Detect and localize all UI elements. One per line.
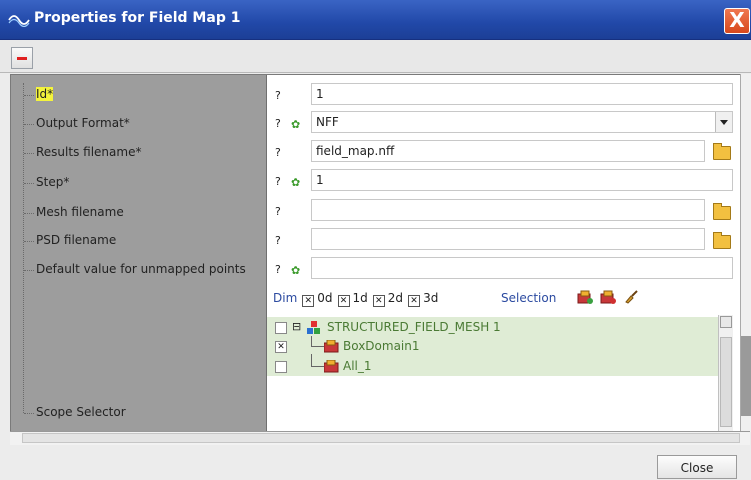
scroll-up-icon[interactable] — [720, 316, 732, 328]
id-field[interactable]: 1 — [311, 83, 733, 105]
default-value-field[interactable] — [311, 257, 733, 279]
dim-3d-checkbox[interactable]: ✕ — [408, 295, 421, 307]
label-default-value: Default value for unmapped points — [24, 262, 246, 276]
domain-icon — [324, 360, 339, 373]
help-default-value[interactable]: ? — [275, 263, 281, 276]
property-panel: Id* Output Format* Results filename* Ste… — [10, 74, 742, 432]
collapse-icon[interactable]: ⊟ — [292, 320, 301, 333]
remove-selection-icon[interactable] — [600, 290, 616, 304]
dim-label: Dim — [273, 291, 298, 305]
gear-icon[interactable]: ✿ — [291, 177, 302, 188]
step-field[interactable]: 1 — [311, 169, 733, 191]
minus-icon — [17, 57, 27, 60]
tree-row[interactable]: ⊟ STRUCTURED_FIELD_MESH 1 — [267, 319, 718, 338]
panel-vertical-scrollbar[interactable] — [740, 74, 751, 432]
label-tree-line — [23, 83, 25, 413]
tree-row[interactable]: All_1 — [267, 354, 718, 377]
value-pane: ? 1 ? ✿ NFF ? field_map.nff ? ✿ 1 ? ? ? … — [267, 75, 734, 431]
dim-3d-label: 3d — [423, 291, 439, 305]
dialog-footer — [0, 445, 751, 479]
dim-1d-checkbox[interactable]: ✕ — [337, 295, 350, 307]
close-button[interactable]: Close — [657, 455, 737, 479]
label-pane: Id* Output Format* Results filename* Ste… — [11, 75, 267, 431]
output-format-value: NFF — [316, 115, 339, 129]
tree-node-label: BoxDomain1 — [343, 339, 420, 353]
clear-selection-broom-icon[interactable] — [623, 290, 639, 304]
open-folder-icon[interactable] — [713, 203, 731, 220]
help-results-filename[interactable]: ? — [275, 146, 281, 159]
window-close-button[interactable]: X — [724, 8, 750, 34]
dim-0d-label: 0d — [317, 291, 333, 305]
mesh-icon — [307, 321, 320, 334]
help-output-format[interactable]: ? — [275, 117, 281, 130]
help-mesh-filename[interactable]: ? — [275, 205, 281, 218]
label-psd-filename: PSD filename — [23, 233, 117, 247]
dim-filter-row: Dim ✕ 0d ✕ 1d ✕ 2d ✕ 3d — [273, 291, 438, 307]
window-title: Properties for Field Map 1 — [34, 10, 241, 26]
selection-label: Selection — [501, 291, 557, 305]
app-logo-icon — [8, 15, 30, 27]
tree-row[interactable]: ✕ BoxDomain1 — [267, 336, 718, 357]
label-id: Id* — [23, 87, 54, 101]
scope-tree: ⊟ STRUCTURED_FIELD_MESH 1 ✕ BoxDomain1 A… — [267, 315, 718, 431]
results-filename-field[interactable]: field_map.nff — [311, 140, 705, 162]
help-psd-filename[interactable]: ? — [275, 234, 281, 247]
label-results-filename: Results filename* — [23, 145, 142, 159]
gear-icon[interactable]: ✿ — [291, 119, 302, 130]
domain-icon — [324, 340, 339, 353]
panel-scrollbar-thumb[interactable] — [741, 336, 751, 416]
tree-row-checkbox[interactable] — [275, 322, 287, 334]
tree-connector — [311, 354, 324, 367]
horizontal-scrollbar-thumb[interactable] — [22, 433, 740, 443]
toolbar — [0, 40, 751, 73]
open-folder-icon[interactable] — [713, 143, 731, 160]
tree-scrollbar-thumb[interactable] — [720, 337, 732, 427]
dim-0d-checkbox[interactable]: ✕ — [302, 295, 315, 307]
title-bar: Properties for Field Map 1 X — [0, 0, 751, 40]
dim-2d-checkbox[interactable]: ✕ — [372, 295, 385, 307]
tree-connector — [311, 336, 324, 347]
output-format-dropdown[interactable]: NFF — [311, 111, 733, 133]
open-folder-icon[interactable] — [713, 232, 731, 249]
label-mesh-filename: Mesh filename — [24, 205, 124, 219]
tree-node-label: STRUCTURED_FIELD_MESH 1 — [327, 320, 501, 334]
label-output-format: Output Format* — [24, 116, 130, 130]
tree-node-label: All_1 — [343, 359, 372, 373]
help-step[interactable]: ? — [275, 175, 281, 188]
help-id[interactable]: ? — [275, 89, 281, 102]
tree-scrollbar[interactable] — [718, 315, 733, 431]
gear-icon[interactable]: ✿ — [291, 265, 302, 276]
remove-button[interactable] — [11, 47, 33, 69]
dim-1d-label: 1d — [352, 291, 368, 305]
chevron-down-icon[interactable] — [715, 112, 732, 132]
psd-filename-field[interactable] — [311, 228, 705, 250]
mesh-filename-field[interactable] — [311, 199, 705, 221]
tree-row-checkbox[interactable] — [275, 361, 287, 373]
add-selection-icon[interactable] — [577, 290, 593, 304]
tree-row-checkbox[interactable]: ✕ — [275, 341, 287, 353]
label-scope-selector: Scope Selector — [24, 405, 126, 419]
label-step: Step* — [23, 175, 70, 189]
dim-2d-label: 2d — [387, 291, 404, 305]
panel-horizontal-scrollbar[interactable] — [10, 431, 750, 446]
